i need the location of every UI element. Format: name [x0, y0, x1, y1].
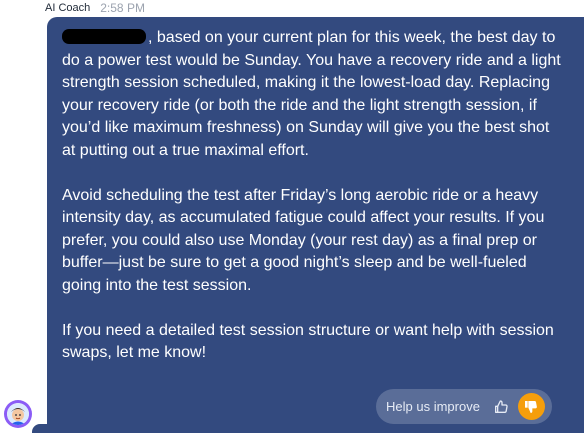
- message-paragraph-2: Avoid scheduling the test after Friday’s…: [62, 186, 545, 294]
- thumbs-up-icon[interactable]: [492, 398, 510, 416]
- message-timestamp: 2:58 PM: [100, 1, 145, 15]
- message-bubble: , based on your current plan for this we…: [47, 17, 584, 433]
- avatar-face: [7, 403, 29, 425]
- sender-name: AI Coach: [45, 2, 91, 14]
- redacted-name: [62, 29, 146, 44]
- message-header: AI Coach 2:58 PM: [45, 0, 145, 16]
- message-paragraph-3: If you need a detailed test session stru…: [62, 321, 554, 362]
- feedback-label: Help us improve: [386, 399, 480, 414]
- bubble-tail: [32, 424, 48, 433]
- thumbs-down-icon[interactable]: [517, 393, 545, 420]
- message-paragraph-1: , based on your current plan for this we…: [62, 27, 564, 163]
- coach-avatar-icon: [4, 400, 32, 428]
- paragraph-1-text: , based on your current plan for this we…: [62, 29, 561, 159]
- feedback-pill: Help us improve: [376, 389, 552, 424]
